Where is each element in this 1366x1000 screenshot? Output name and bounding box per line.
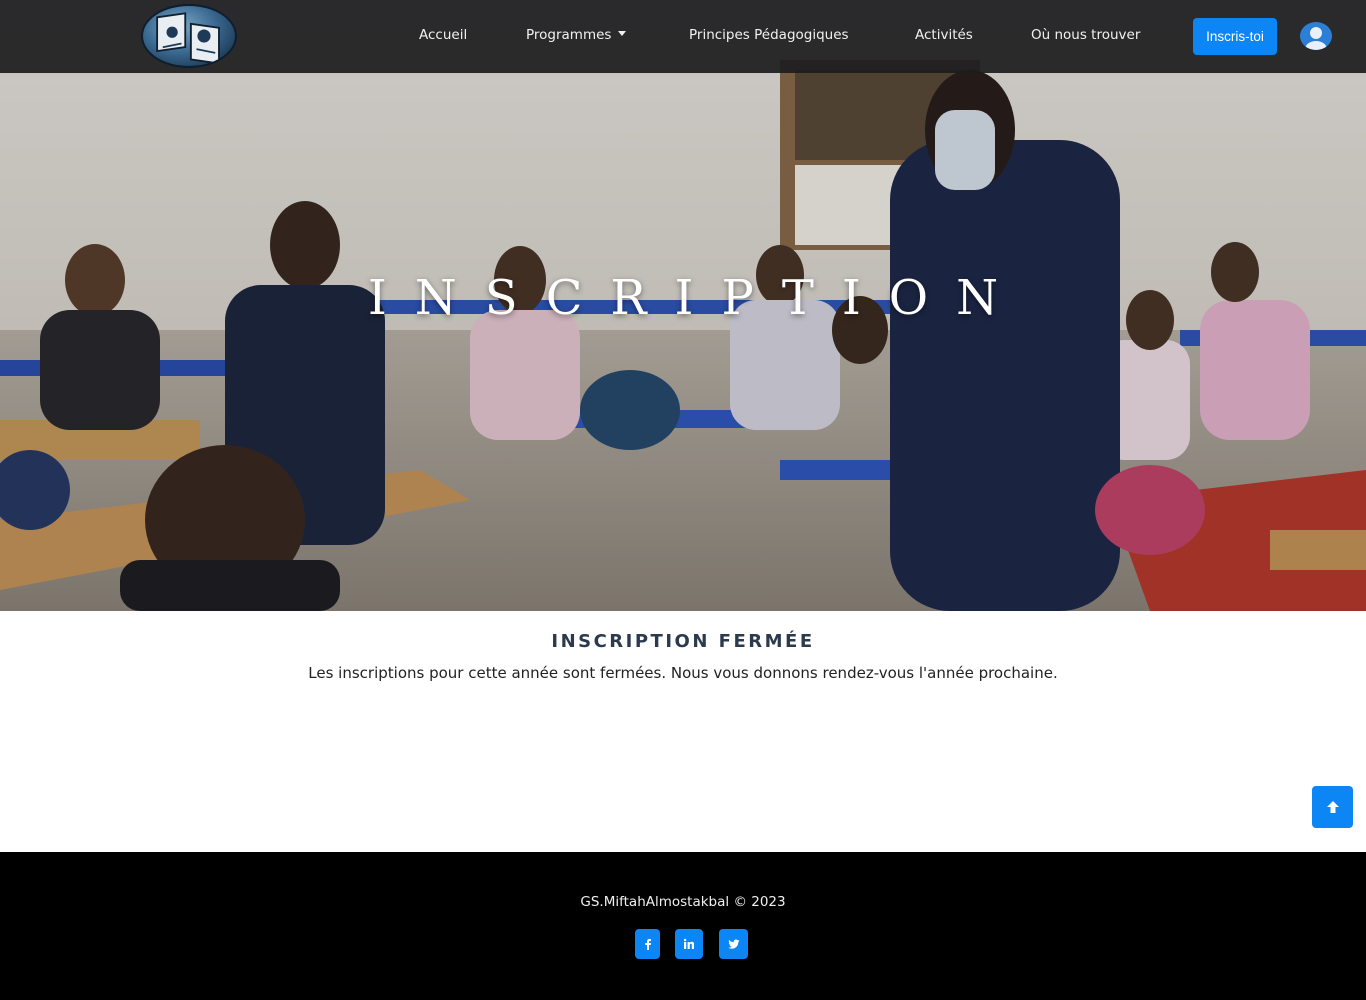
hero-title: INSCRIPTION <box>367 270 1027 326</box>
school-logo-icon[interactable] <box>141 4 237 68</box>
nav-item-activites[interactable]: Activités <box>915 27 973 43</box>
nav-item-ou-nous-trouver[interactable]: Où nous trouver <box>1031 27 1140 43</box>
back-to-top-button[interactable] <box>1312 786 1353 828</box>
facebook-icon <box>644 939 651 950</box>
hero-banner: INSCRIPTION <box>0 0 1366 611</box>
page-heading: INSCRIPTION FERMÉE <box>551 631 815 652</box>
twitter-icon <box>727 939 739 949</box>
facebook-link[interactable] <box>635 929 660 959</box>
footer: GS.MiftahAlmostakbal © 2023 <box>0 852 1366 1000</box>
nav-item-accueil[interactable]: Accueil <box>419 27 467 43</box>
chevron-down-icon <box>618 31 627 36</box>
top-navbar: Accueil Programmes Principes Pédagogique… <box>0 0 1366 73</box>
copyright-text: GS.MiftahAlmostakbal © 2023 <box>580 894 786 910</box>
linkedin-link[interactable] <box>675 929 703 959</box>
register-button[interactable]: Inscris-toi <box>1193 18 1277 55</box>
twitter-link[interactable] <box>719 929 748 959</box>
nav-item-programmes-label: Programmes <box>526 27 612 43</box>
arrow-up-icon <box>1326 801 1339 813</box>
user-avatar-icon[interactable] <box>1300 22 1332 50</box>
linkedin-icon <box>683 938 694 949</box>
nav-item-programmes[interactable]: Programmes <box>526 27 627 43</box>
closed-message: Les inscriptions pour cette année sont f… <box>308 664 1058 682</box>
nav-item-principes-pedagogiques[interactable]: Principes Pédagogiques <box>689 27 849 43</box>
